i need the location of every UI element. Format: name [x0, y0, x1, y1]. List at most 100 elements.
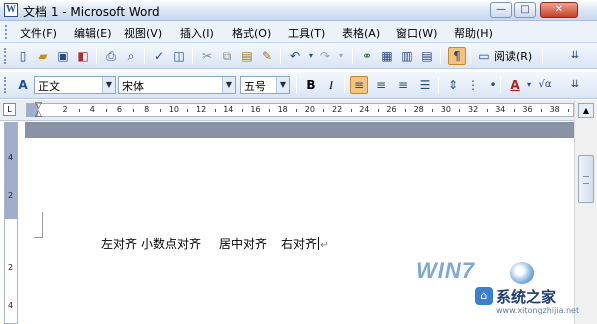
- toolbar-separator: [280, 48, 281, 64]
- menu-file[interactable]: 文件(F): [20, 25, 57, 41]
- paste-icon[interactable]: ▤: [238, 47, 256, 65]
- toolbar-separator: [352, 48, 353, 64]
- ruler-tick-label: 18: [277, 105, 288, 114]
- word-app-icon[interactable]: W: [4, 3, 18, 17]
- phonetic-guide-button[interactable]: √α: [534, 76, 556, 94]
- cut-icon[interactable]: ✂: [198, 47, 216, 65]
- show-hide-icon[interactable]: ¶: [448, 47, 466, 65]
- toolbar-grip[interactable]: [4, 48, 7, 64]
- vruler-label: 4: [8, 153, 14, 162]
- ruler-tick-label: 22: [332, 105, 343, 114]
- ruler-tick-label: 20: [304, 105, 315, 114]
- styles-formatting-icon[interactable]: A: [14, 76, 32, 94]
- read-icon[interactable]: ▭: [475, 47, 493, 65]
- ruler-tick: [323, 109, 325, 112]
- align-left-icon[interactable]: ≡: [350, 76, 368, 94]
- save-icon[interactable]: ▣: [54, 47, 72, 65]
- right-aligned-text: 右对齐: [281, 237, 318, 251]
- bold-button[interactable]: B: [302, 76, 320, 94]
- scroll-thumb[interactable]: [578, 155, 594, 203]
- watermark: WIN7 ⌂ 系统之家 www.xitongzhijia.net: [410, 258, 579, 324]
- menu-view[interactable]: 视图(V): [124, 25, 162, 41]
- ruler-tick: [568, 109, 570, 112]
- menu-insert[interactable]: 插入(I): [180, 25, 214, 41]
- vertical-scrollbar[interactable]: ▲: [574, 100, 597, 324]
- chevron-down-icon[interactable]: ▼: [222, 77, 235, 93]
- menu-tools[interactable]: 工具(T): [288, 25, 325, 41]
- columns-icon[interactable]: ▤: [418, 47, 436, 65]
- chevron-down-icon[interactable]: ▼: [102, 77, 115, 93]
- vruler-label: 2: [8, 191, 14, 200]
- font-select[interactable]: 宋体 ▼: [118, 76, 236, 94]
- hyperlink-icon[interactable]: ⚭: [358, 47, 376, 65]
- menubar-grip[interactable]: [5, 25, 8, 39]
- ruler-tick-label: 28: [413, 105, 424, 114]
- ruler-tick-label: 24: [359, 105, 370, 114]
- maximize-button[interactable]: □: [514, 2, 536, 18]
- thumb-grip: [583, 176, 589, 184]
- vertical-ruler[interactable]: 4 2 2 4: [4, 122, 18, 324]
- text-cursor: [318, 237, 320, 250]
- document-text-line[interactable]: 左对齐 小数点对齐 居中对齐 右对齐 ↵: [101, 235, 328, 252]
- toolbar-separator: [96, 48, 97, 64]
- ruler-tick: [486, 109, 488, 112]
- numbering-icon[interactable]: ⋮: [464, 76, 482, 94]
- ruler-tick: [350, 109, 352, 112]
- justify-icon[interactable]: ☰: [416, 76, 434, 94]
- ruler-tick: [377, 109, 379, 112]
- scroll-up-icon[interactable]: ▲: [578, 103, 594, 118]
- text-boundary-mark: [34, 212, 43, 238]
- ruler-tick-label: 38: [549, 105, 560, 114]
- menu-format[interactable]: 格式(O): [232, 25, 271, 41]
- toolbar-options-icon[interactable]: ⇊: [566, 47, 584, 65]
- align-center-icon[interactable]: ≡: [372, 76, 390, 94]
- chevron-down-icon[interactable]: ▼: [276, 77, 289, 93]
- minimize-button[interactable]: —: [490, 2, 512, 18]
- left-aligned-text: 左对齐: [101, 237, 138, 251]
- format-painter-icon[interactable]: ✎: [258, 47, 276, 65]
- vruler-label: 2: [8, 263, 14, 272]
- ruler-row: L ▽ △ 2 4 6 8 10 12 14 16 18 20 22 24 26 28 30 32 34 36 38: [0, 100, 597, 121]
- font-size-select[interactable]: 五号 ▼: [240, 76, 290, 94]
- ruler-tick: [133, 109, 134, 112]
- formatting-toolbar: A 正文 ▼ 宋体 ▼ 五号 ▼ B I ≡ ≡ ≡ ☰ ⇕ ⋮ • A ▾ √…: [0, 72, 597, 99]
- watermark-url: www.xitongzhijia.net: [496, 306, 580, 315]
- menu-edit[interactable]: 编辑(E): [74, 25, 112, 41]
- menu-table[interactable]: 表格(A): [342, 25, 380, 41]
- print-icon[interactable]: ⎙: [102, 47, 120, 65]
- toolbar-options-icon[interactable]: ⇊: [566, 76, 584, 94]
- horizontal-ruler[interactable]: ▽ △ 2 4 6 8 10 12 14 16 18 20 22 24 26 28 30 32 34 36 38: [26, 102, 574, 119]
- toolbar-separator: [470, 48, 471, 64]
- ruler-tick: [296, 109, 298, 112]
- ruler-tick-label: 2: [62, 105, 68, 114]
- redo-dropdown-icon[interactable]: ▾: [332, 47, 350, 65]
- font-size-value: 五号: [244, 80, 266, 93]
- indent-marker-icon[interactable]: ▽ △: [34, 102, 43, 119]
- permission-icon[interactable]: ◧: [74, 47, 92, 65]
- copy-icon[interactable]: ⧉: [218, 47, 236, 65]
- style-value: 正文: [38, 80, 60, 93]
- line-spacing-icon[interactable]: ⇕: [444, 76, 462, 94]
- tab-selector[interactable]: L: [3, 103, 16, 116]
- ruler-tick: [459, 109, 461, 112]
- spelling-icon[interactable]: ✓: [150, 47, 168, 65]
- toolbar-grip[interactable]: [4, 77, 7, 93]
- toolbar-separator: [440, 48, 441, 64]
- new-document-icon[interactable]: ▯: [14, 47, 32, 65]
- align-right-icon[interactable]: ≡: [394, 76, 412, 94]
- research-icon[interactable]: ◫: [170, 47, 188, 65]
- ruler-tick-label: 14: [223, 105, 234, 114]
- italic-button[interactable]: I: [322, 76, 340, 94]
- ruler-tick: [513, 109, 515, 112]
- menu-help[interactable]: 帮助(H): [454, 25, 493, 41]
- ruler-tick: [105, 109, 107, 112]
- insert-table-icon[interactable]: ▥: [398, 47, 416, 65]
- style-select[interactable]: 正文 ▼: [34, 76, 116, 94]
- print-preview-icon[interactable]: ⌕: [122, 47, 140, 65]
- menu-window[interactable]: 窗口(W): [396, 25, 437, 41]
- close-button[interactable]: ✕: [540, 2, 578, 18]
- tables-borders-icon[interactable]: ▦: [378, 47, 396, 65]
- font-value: 宋体: [122, 80, 144, 93]
- open-folder-icon[interactable]: ▰: [34, 47, 52, 65]
- read-button[interactable]: 阅读(R): [494, 48, 532, 64]
